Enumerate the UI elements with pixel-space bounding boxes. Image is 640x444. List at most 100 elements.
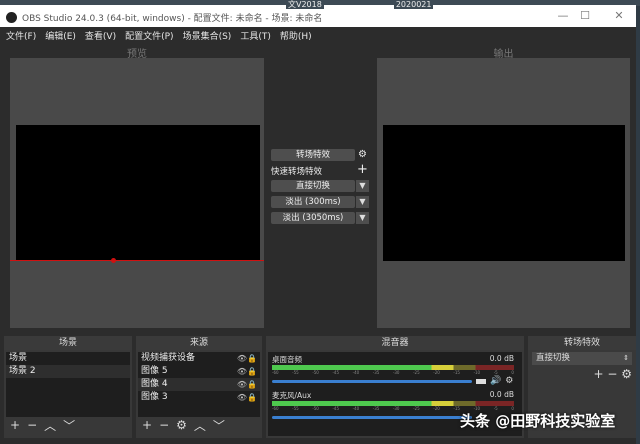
meter-tick-label: -45 xyxy=(332,406,340,411)
menu-scene-collection[interactable]: 场景集合(S) xyxy=(183,29,232,42)
speaker-icon[interactable]: 🔊 xyxy=(490,376,501,386)
mixer-channel: 桌面音频 0.0 dB -60 -55 -50 -45 -40 -35 -30 -25 -20 -1… xyxy=(272,354,514,386)
meter-tick-label: -50 xyxy=(312,406,319,411)
transition-select-value: 直接切换 xyxy=(536,353,571,363)
meter-tick-label: -60 xyxy=(272,406,279,411)
guide-line xyxy=(10,260,264,261)
scene-item[interactable]: 场景 2 xyxy=(6,365,130,378)
meter-tick-label: -45 xyxy=(332,370,340,375)
desktop-text-row: 文V2018 2020021 xyxy=(0,0,640,10)
source-name: 视频捕获设备 xyxy=(141,353,196,363)
gear-icon[interactable]: ⚙ xyxy=(356,149,369,161)
scenes-dock: 场景 场景 场景 2 + − ︿ ﹀ xyxy=(4,336,132,438)
sources-title: 来源 xyxy=(136,336,262,350)
source-item[interactable]: 图像 4 👁🔒 xyxy=(138,378,260,391)
window-title: OBS Studio 24.0.3 (64-bit, windows) - 配置… xyxy=(22,14,323,24)
remove-icon[interactable]: − xyxy=(607,367,617,381)
quick-transition-fade-3050[interactable]: 淡出 (3050ms) xyxy=(271,212,355,224)
gear-icon[interactable]: ⚙ xyxy=(621,367,632,381)
source-name: 图像 3 xyxy=(141,392,168,402)
chevron-down-icon[interactable]: ▼ xyxy=(356,180,369,192)
meter-tick-label: -55 xyxy=(292,370,299,375)
chevron-down-icon[interactable]: ▼ xyxy=(356,196,369,208)
guide-handle[interactable] xyxy=(111,258,116,263)
mixer-title: 混音器 xyxy=(266,336,524,350)
eye-lock-icon[interactable]: 👁🔒 xyxy=(237,352,257,365)
meter-tick-label: -50 xyxy=(312,370,319,375)
source-item[interactable]: 视频捕获设备 👁🔒 xyxy=(138,352,260,365)
desktop-text: 文V2018 xyxy=(286,0,324,9)
plus-icon[interactable]: + xyxy=(356,163,369,176)
watermark: 头条 @田野科技实验室 xyxy=(460,412,616,430)
add-icon[interactable]: + xyxy=(10,418,20,432)
output-canvas xyxy=(383,125,625,261)
channel-db: 0.0 dB xyxy=(489,390,514,399)
volume-meter xyxy=(272,365,514,370)
move-up-icon[interactable]: ︿ xyxy=(194,417,206,434)
scenes-title: 场景 xyxy=(4,336,132,350)
meter-tick-label: -60 xyxy=(272,370,279,375)
remove-icon[interactable]: − xyxy=(159,418,169,432)
transition-select[interactable]: 直接切换 ⇕ xyxy=(532,352,632,365)
scene-toolbar: + − ︿ ﹀ xyxy=(6,417,130,433)
menu-view[interactable]: 查看(V) xyxy=(85,29,116,42)
menu-tools[interactable]: 工具(T) xyxy=(240,29,271,42)
gear-icon[interactable]: ⚙ xyxy=(505,376,513,386)
meter-tick-label: -25 xyxy=(413,406,420,411)
menu-profile[interactable]: 配置文件(P) xyxy=(125,29,173,42)
meter-tick-label: -15 xyxy=(453,370,460,375)
eye-lock-icon[interactable]: 👁🔒 xyxy=(237,391,257,404)
move-down-icon[interactable]: ﹀ xyxy=(213,417,225,434)
preview-canvas[interactable] xyxy=(16,125,260,261)
meter-tick-label: -30 xyxy=(392,370,400,375)
meter-tick-label: -10 xyxy=(473,370,481,375)
meter-tick-label: -35 xyxy=(372,370,380,375)
channel-db: 0.0 dB xyxy=(489,354,514,363)
eye-lock-icon[interactable]: 👁🔒 xyxy=(237,378,257,391)
menu-help[interactable]: 帮助(H) xyxy=(280,29,312,42)
meter-tick-label: -20 xyxy=(433,370,440,375)
scene-item[interactable]: 场景 xyxy=(6,352,130,365)
meter-tick-label: -20 xyxy=(433,406,440,411)
volume-meter xyxy=(272,401,514,406)
meter-tick-label: -35 xyxy=(372,406,380,411)
move-down-icon[interactable]: ﹀ xyxy=(63,417,75,434)
chevron-down-icon[interactable]: ▼ xyxy=(356,212,369,224)
source-item[interactable]: 图像 3 👁🔒 xyxy=(138,391,260,404)
transitions-title: 转场特效 xyxy=(528,336,636,350)
menu-file[interactable]: 文件(F) xyxy=(6,29,36,42)
menu-bar: 文件(F) 编辑(E) 查看(V) 配置文件(P) 场景集合(S) 工具(T) … xyxy=(0,27,636,43)
volume-slider[interactable] xyxy=(272,416,472,419)
channel-name: 桌面音频 xyxy=(272,355,302,364)
source-item[interactable]: 图像 5 👁🔒 xyxy=(138,365,260,378)
meter-tick-label: -15 xyxy=(453,406,460,411)
source-list: 视频捕获设备 👁🔒 图像 5 👁🔒 图像 4 👁🔒 图像 3 👁🔒 xyxy=(138,352,260,417)
sources-dock: 来源 视频捕获设备 👁🔒 图像 5 👁🔒 图像 4 👁🔒 图像 3 👁🔒 + − ⚙ ︿ ﹀ xyxy=(136,336,262,438)
eye-lock-icon[interactable]: 👁🔒 xyxy=(237,365,257,378)
meter-tick-label: -40 xyxy=(352,406,360,411)
quick-transition-cut[interactable]: 直接切换 xyxy=(271,180,355,192)
scene-list: 场景 场景 2 xyxy=(6,352,130,417)
meter-tick-label: -40 xyxy=(352,370,360,375)
desktop-text: 2020021 xyxy=(393,0,434,9)
source-name: 图像 4 xyxy=(141,379,168,389)
channel-name: 麦克风/Aux xyxy=(272,391,312,400)
quick-transitions-label: 快速转场特效 xyxy=(271,167,323,177)
spinner-icon: ⇕ xyxy=(623,354,629,362)
meter-tick-label: -55 xyxy=(292,406,299,411)
gear-icon[interactable]: ⚙ xyxy=(176,418,187,432)
add-icon[interactable]: + xyxy=(142,418,152,432)
slider-handle[interactable] xyxy=(476,378,486,384)
volume-slider[interactable] xyxy=(272,379,472,383)
remove-icon[interactable]: − xyxy=(27,418,37,432)
quick-transition-fade-300[interactable]: 淡出 (300ms) xyxy=(271,196,355,208)
add-icon[interactable]: + xyxy=(593,367,603,381)
menu-edit[interactable]: 编辑(E) xyxy=(45,29,76,42)
transition-toolbar: + − ⚙ xyxy=(532,367,632,381)
meter-tick-label: -30 xyxy=(392,406,400,411)
meter-tick-label: -25 xyxy=(413,370,420,375)
transition-button[interactable]: 转场特效 xyxy=(271,149,355,161)
move-up-icon[interactable]: ︿ xyxy=(44,417,56,434)
source-name: 图像 5 xyxy=(141,366,168,376)
source-toolbar: + − ⚙ ︿ ﹀ xyxy=(138,417,260,433)
